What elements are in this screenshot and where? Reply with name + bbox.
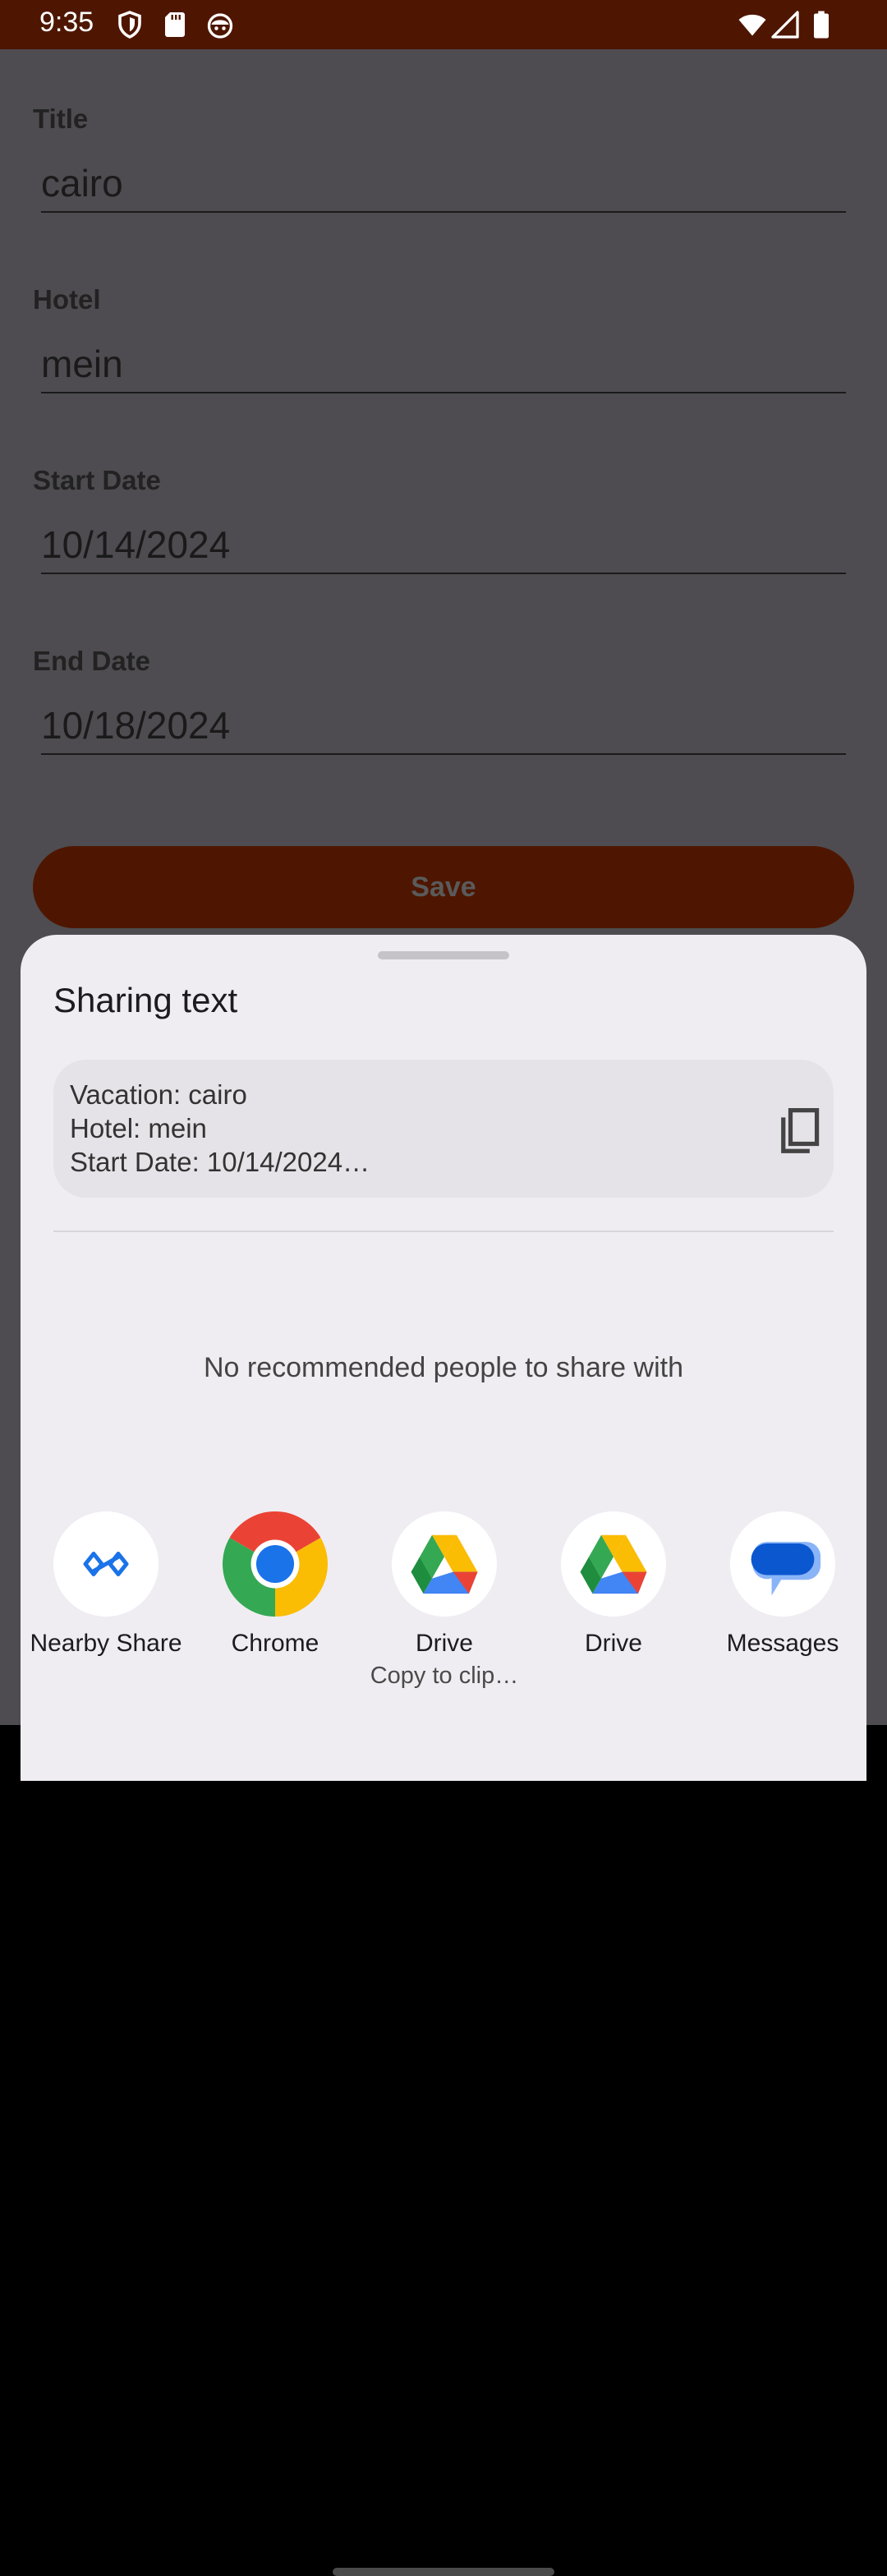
share-target-label: Messages bbox=[726, 1630, 839, 1657]
share-target-messages[interactable]: Messages bbox=[701, 1511, 865, 1658]
title-input[interactable]: cairo bbox=[41, 161, 123, 205]
share-target-sublabel: Copy to clip… bbox=[370, 1663, 519, 1689]
preview-line-start-date: Start Date: 10/14/2024… bbox=[70, 1147, 370, 1177]
sd-card-icon bbox=[165, 12, 185, 37]
share-sheet-title: Sharing text bbox=[53, 981, 238, 1019]
share-target-drive[interactable]: Drive bbox=[531, 1511, 696, 1658]
battery-icon bbox=[814, 11, 829, 39]
start-date-input[interactable]: 10/14/2024 bbox=[41, 522, 230, 567]
copy-icon[interactable] bbox=[776, 1101, 834, 1158]
nearby-share-icon bbox=[53, 1511, 159, 1617]
title-label: Title bbox=[33, 104, 89, 134]
share-target-label: Chrome bbox=[231, 1630, 319, 1657]
hotel-label: Hotel bbox=[33, 284, 101, 315]
shared-text-preview: Vacation: cairo Hotel: mein Start Date: … bbox=[53, 1060, 834, 1198]
drive-icon bbox=[392, 1511, 497, 1617]
share-sheet: Sharing text Vacation: cairo Hotel: mein… bbox=[21, 935, 866, 2576]
drive-icon bbox=[561, 1511, 666, 1617]
share-target-label: Drive bbox=[415, 1630, 473, 1657]
start-date-underline bbox=[41, 573, 846, 574]
preview-line-vacation: Vacation: cairo bbox=[70, 1079, 247, 1110]
wifi-icon bbox=[738, 14, 766, 36]
no-recommended-people-text: No recommended people to share with bbox=[204, 1352, 683, 1383]
end-date-underline bbox=[41, 753, 846, 755]
share-target-label: Drive bbox=[584, 1630, 642, 1657]
share-target-drive-copy[interactable]: Drive Copy to clip… bbox=[362, 1511, 526, 1690]
share-target-label: Nearby Share bbox=[30, 1630, 182, 1657]
chrome-icon bbox=[223, 1511, 328, 1617]
gesture-nav-bar[interactable] bbox=[333, 2568, 554, 2576]
end-date-input[interactable]: 10/18/2024 bbox=[41, 703, 230, 748]
title-underline bbox=[41, 211, 846, 213]
hotel-underline bbox=[41, 392, 846, 393]
divider bbox=[53, 1230, 834, 1232]
save-button[interactable]: Save bbox=[33, 846, 854, 928]
preview-line-hotel: Hotel: mein bbox=[70, 1113, 207, 1143]
end-date-label: End Date bbox=[33, 646, 151, 676]
hotel-input[interactable]: mein bbox=[41, 342, 123, 386]
messages-icon bbox=[730, 1511, 835, 1617]
status-time: 9:35 bbox=[39, 7, 94, 38]
shield-icon bbox=[118, 11, 141, 39]
android-robot-icon bbox=[207, 13, 233, 39]
start-date-label: Start Date bbox=[33, 465, 161, 495]
status-bar: 9:35 bbox=[0, 0, 887, 49]
signal-icon bbox=[771, 11, 799, 39]
share-target-nearby-share[interactable]: Nearby Share bbox=[24, 1511, 188, 1658]
drag-handle[interactable] bbox=[378, 951, 509, 959]
share-target-chrome[interactable]: Chrome bbox=[193, 1511, 357, 1658]
